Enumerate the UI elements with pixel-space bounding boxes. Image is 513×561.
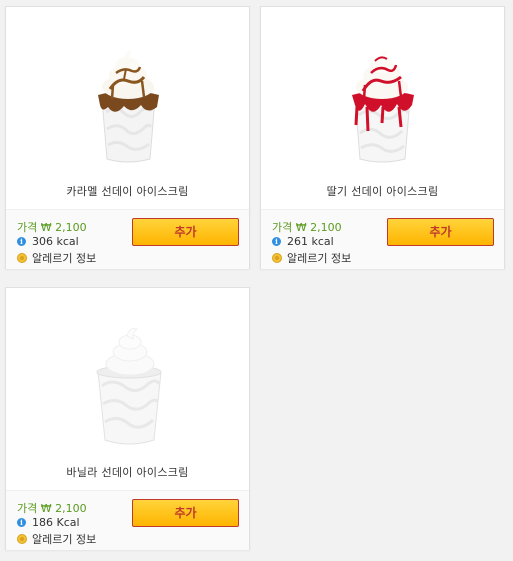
kcal-info: i 306 kcal bbox=[17, 235, 79, 248]
vanilla-sundae-illustration bbox=[96, 327, 162, 445]
allergy-label[interactable]: 알레르기 정보 bbox=[32, 531, 96, 547]
product-image-vanilla-sundae[interactable] bbox=[6, 288, 249, 458]
product-card-strawberry[interactable]: 딸기 선데이 아이스크림 가격 ₩ 2,100 i 261 kcal 알레르기 … bbox=[260, 6, 505, 269]
kcal-info: i 261 kcal bbox=[272, 235, 334, 248]
product-name: 카라멜 선데이 아이스크림 bbox=[66, 185, 189, 198]
kcal-value: 306 kcal bbox=[32, 235, 79, 248]
product-price: 가격 ₩ 2,100 bbox=[17, 502, 87, 515]
kcal-value: 261 kcal bbox=[287, 235, 334, 248]
add-button[interactable]: 추가 bbox=[132, 499, 239, 527]
product-image-caramel-sundae[interactable] bbox=[6, 7, 249, 177]
info-icon: i bbox=[17, 518, 26, 527]
allergy-label[interactable]: 알레르기 정보 bbox=[32, 250, 96, 266]
product-name: 딸기 선데이 아이스크림 bbox=[326, 185, 439, 198]
product-name: 바닐라 선데이 아이스크림 bbox=[66, 466, 189, 479]
product-footer: 가격 ₩ 2,100 i 306 kcal 알레르기 정보 추가 bbox=[6, 209, 249, 269]
product-image-strawberry-sundae[interactable] bbox=[261, 7, 504, 177]
allergy-info-link[interactable]: 알레르기 정보 bbox=[17, 250, 96, 266]
product-footer: 가격 ₩ 2,100 i 186 Kcal 알레르기 정보 추가 bbox=[6, 490, 249, 550]
info-icon: i bbox=[17, 237, 26, 246]
product-price: 가격 ₩ 2,100 bbox=[17, 221, 87, 234]
product-card-vanilla[interactable]: 바닐라 선데이 아이스크림 가격 ₩ 2,100 i 186 Kcal 알레르기… bbox=[5, 287, 250, 550]
allergy-icon bbox=[17, 534, 27, 544]
kcal-info: i 186 Kcal bbox=[17, 516, 80, 529]
allergy-label[interactable]: 알레르기 정보 bbox=[287, 250, 351, 266]
allergy-info-link[interactable]: 알레르기 정보 bbox=[272, 250, 351, 266]
strawberry-sundae-illustration bbox=[352, 50, 414, 163]
product-price: 가격 ₩ 2,100 bbox=[272, 221, 342, 234]
allergy-icon bbox=[272, 253, 282, 263]
allergy-info-link[interactable]: 알레르기 정보 bbox=[17, 531, 96, 547]
kcal-value: 186 Kcal bbox=[32, 516, 80, 529]
caramel-sundae-illustration bbox=[98, 50, 159, 163]
product-card-caramel[interactable]: 카라멜 선데이 아이스크림 가격 ₩ 2,100 i 306 kcal 알레르기… bbox=[5, 6, 250, 269]
product-footer: 가격 ₩ 2,100 i 261 kcal 알레르기 정보 추가 bbox=[261, 209, 504, 269]
add-button[interactable]: 추가 bbox=[387, 218, 494, 246]
add-button[interactable]: 추가 bbox=[132, 218, 239, 246]
allergy-icon bbox=[17, 253, 27, 263]
info-icon: i bbox=[272, 237, 281, 246]
